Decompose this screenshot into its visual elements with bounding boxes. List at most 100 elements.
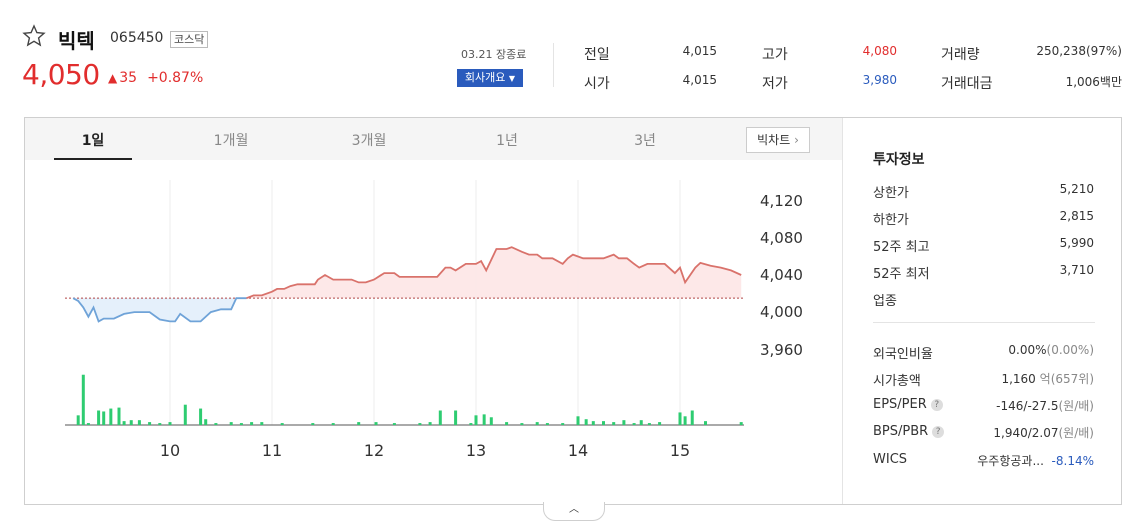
volume-bar	[683, 416, 687, 425]
market-cap-value: 1,160 억(657위)	[1001, 370, 1094, 387]
y-tick-label: 3,960	[760, 341, 803, 359]
volume-bar	[250, 422, 254, 425]
lower-limit-value: 2,815	[1059, 209, 1094, 223]
volume-bar	[584, 419, 588, 425]
volume-bar	[639, 420, 643, 425]
x-tick-label: 13	[465, 441, 487, 460]
volume-bar	[122, 421, 126, 425]
52w-low-value: 3,710	[1059, 263, 1094, 277]
foreign-ratio-label: 외국인비율	[873, 347, 933, 362]
eps-per-text: EPS/PER	[873, 397, 927, 412]
volume-bar	[204, 419, 208, 425]
volume-bar	[535, 422, 539, 425]
volume-bar	[474, 415, 478, 425]
market-cap-unit: 억	[1039, 372, 1051, 386]
volume-bar	[576, 416, 580, 425]
volume-bar	[678, 412, 682, 425]
upper-limit-label: 상한가	[873, 186, 909, 201]
volume-bar	[168, 422, 172, 425]
volume-bar	[280, 423, 284, 425]
volume-bar	[331, 423, 335, 425]
volume-bar	[129, 420, 133, 425]
volume-bar	[428, 422, 432, 425]
volume-bar	[690, 410, 694, 425]
market-cap-rank: (657위)	[1050, 372, 1094, 386]
52w-high-value: 5,990	[1059, 236, 1094, 250]
volume-bar	[102, 411, 106, 425]
y-tick-label: 4,000	[760, 303, 803, 321]
volume-bar	[489, 417, 493, 425]
volume-bar	[561, 423, 565, 425]
volume-bar	[704, 421, 707, 425]
volume-bar	[505, 422, 509, 425]
volume-bar	[545, 423, 549, 425]
lower-limit-label: 하한가	[873, 213, 909, 228]
divider	[873, 322, 1095, 323]
volume-bar	[239, 423, 243, 425]
volume-bar	[199, 408, 203, 425]
volume-bar	[76, 415, 80, 425]
volume-bar	[81, 374, 85, 425]
volume-bar	[739, 422, 743, 425]
volume-bar	[591, 421, 595, 425]
volume-bar	[148, 422, 152, 425]
y-tick-label: 4,040	[760, 266, 803, 284]
volume-bar	[622, 420, 626, 425]
foreign-ratio: 0.00%	[1008, 343, 1047, 357]
volume-bar	[137, 420, 141, 425]
bps-pbr-value: 1,940/2.07(원/배)	[993, 424, 1094, 441]
sector-label: 업종	[873, 294, 897, 309]
volume-bar	[520, 423, 524, 425]
52w-high-label: 52주 최고	[873, 240, 930, 255]
y-tick-label: 4,120	[760, 192, 803, 210]
volume-bar	[311, 423, 315, 425]
bps-pbr: 1,940/2.07	[993, 426, 1059, 440]
volume-bar	[418, 423, 422, 425]
volume-bar	[454, 410, 458, 425]
invest-info-title: 투자정보	[873, 152, 925, 168]
market-cap: 1,160	[1001, 372, 1036, 386]
foreign-ratio-paren: (0.00%)	[1046, 343, 1094, 357]
volume-bar	[86, 423, 90, 425]
y-tick-label: 4,080	[760, 229, 803, 247]
volume-bar	[647, 423, 651, 425]
volume-bar	[214, 423, 218, 425]
volume-bar	[117, 407, 121, 425]
volume-bar	[158, 423, 162, 425]
eps-per: -146/-27.5	[996, 399, 1059, 413]
52w-low-label: 52주 최저	[873, 267, 930, 282]
volume-bar	[260, 422, 264, 425]
bps-pbr-unit: (원/배)	[1058, 426, 1095, 440]
volume-bar	[469, 423, 473, 425]
volume-bar	[612, 422, 616, 425]
x-tick-label: 11	[261, 441, 283, 460]
wics-change: -8.14%	[1051, 454, 1094, 468]
wics-label: WICS	[873, 452, 908, 467]
x-tick-label: 15	[669, 441, 691, 460]
eps-per-unit: (원/배)	[1058, 399, 1095, 413]
chevron-up-icon: ︿	[569, 504, 579, 515]
volume-bar	[183, 404, 187, 425]
bps-pbr-label: BPS/PBR?	[873, 424, 945, 439]
collapse-button[interactable]: ︿	[543, 502, 605, 521]
volume-bar	[392, 423, 396, 425]
bps-pbr-text: BPS/PBR	[873, 424, 929, 439]
wics-sector[interactable]: 우주항공과...	[977, 454, 1044, 468]
x-tick-label: 10	[159, 441, 181, 460]
help-icon[interactable]: ?	[932, 426, 945, 438]
foreign-ratio-value: 0.00%(0.00%)	[1008, 343, 1094, 357]
market-cap-label: 시가총액	[873, 374, 921, 389]
volume-bar	[109, 408, 113, 425]
volume-bar	[658, 422, 662, 425]
wics-value: 우주항공과... -8.14%	[977, 452, 1094, 469]
volume-bar	[374, 422, 378, 425]
x-tick-label: 12	[363, 441, 385, 460]
eps-per-value: -146/-27.5(원/배)	[996, 397, 1094, 414]
help-icon[interactable]: ?	[930, 399, 943, 411]
volume-bar	[229, 422, 233, 425]
upper-limit-value: 5,210	[1059, 182, 1094, 196]
volume-bar	[482, 414, 486, 425]
volume-bar	[602, 421, 605, 425]
x-tick-label: 14	[567, 441, 589, 460]
volume-bar	[632, 423, 636, 425]
